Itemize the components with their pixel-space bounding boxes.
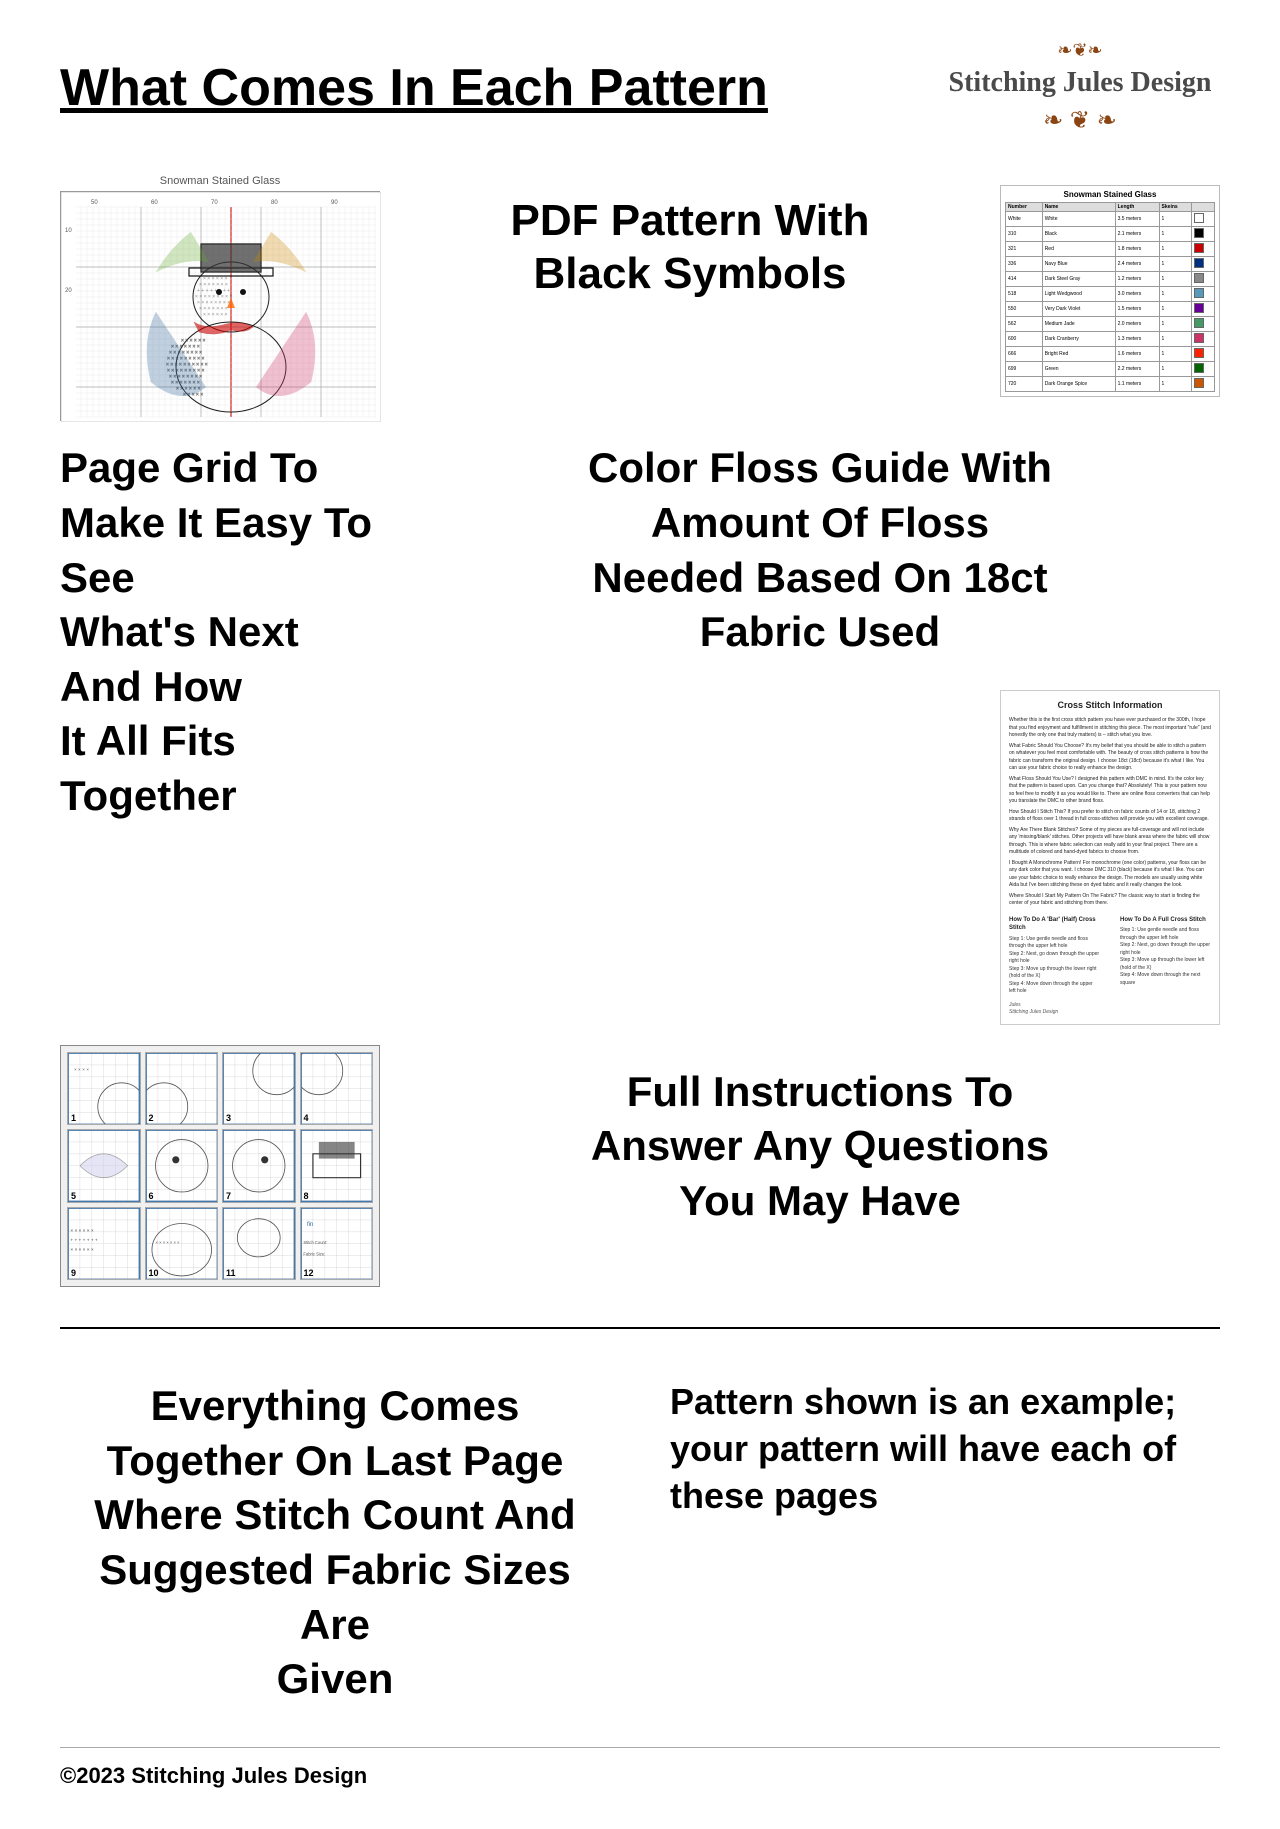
svg-text:10: 10 <box>65 228 72 234</box>
example-note: Pattern shown is an example; your patter… <box>670 1379 1220 1519</box>
section-instructions: × × × × 1 <box>60 1045 1220 1288</box>
pdf-text-area: PDF Pattern With Black Symbols <box>420 175 960 301</box>
cross-stitch-info-preview: Cross Stitch Information Whether this is… <box>1000 690 1220 1025</box>
grid-page-item: 11 <box>222 1207 296 1281</box>
floss-table: Number Name Length Skeins White White 3.… <box>1005 202 1215 392</box>
svg-text:fin: fin <box>306 1222 312 1228</box>
svg-text:Stitch Count:: Stitch Count: <box>303 1239 327 1244</box>
page-grid-text: Page Grid To Make It Easy To See What's … <box>60 441 380 823</box>
snowman-preview: 50 60 70 80 90 10 20 <box>60 191 380 421</box>
page-title: What Comes In Each Pattern <box>60 40 768 117</box>
svg-text:80: 80 <box>271 200 278 206</box>
section-middle: Page Grid To Make It Easy To See What's … <box>60 441 1220 1024</box>
logo-area: ❧❦❧ Stitching Jules Design ❧ ❦ ❧ <box>940 40 1220 135</box>
grid-page-item: 8 <box>300 1129 374 1203</box>
everything-text: Everything Comes Together On Last Page W… <box>60 1379 610 1707</box>
grid-page-item: × × × × × ×+ + + + + + +× × × × × × 9 <box>67 1207 141 1281</box>
color-floss-title: Color Floss Guide With Amount Of Floss N… <box>420 441 1220 659</box>
svg-text:60: 60 <box>151 200 158 206</box>
svg-text:50: 50 <box>91 200 98 206</box>
grid-page-item: 6 <box>145 1129 219 1203</box>
page-grid-title: Page Grid To Make It Easy To See What's … <box>60 441 380 823</box>
instructions-title: Full Instructions To Answer Any Question… <box>420 1065 1220 1229</box>
everything-title: Everything Comes Together On Last Page W… <box>60 1379 610 1707</box>
svg-text:× × × × × ×: × × × × × × <box>70 1227 93 1233</box>
pattern-title-label: Snowman Stained Glass <box>60 175 380 187</box>
svg-text:× × × × × ×: × × × × × × <box>203 312 228 318</box>
svg-text:Fabric Size:: Fabric Size: <box>303 1251 325 1256</box>
svg-text:20: 20 <box>65 288 72 294</box>
example-note-text: Pattern shown is an example; your patter… <box>670 1379 1220 1519</box>
footer-copyright: ©2023 Stitching Jules Design <box>60 1763 1220 1789</box>
grid-page-item: 7 <box>222 1129 296 1203</box>
color-floss-area: Color Floss Guide With Amount Of Floss N… <box>420 441 1220 1024</box>
pattern-preview: Snowman Stained Glass 50 60 70 80 90 10 … <box>60 175 380 421</box>
pdf-pattern-title: PDF Pattern With Black Symbols <box>420 195 960 301</box>
svg-text:× × × × × ×: × × × × × × <box>70 1247 93 1253</box>
svg-text:+ + + + + + +: + + + + + + + <box>70 1238 98 1243</box>
floss-table-title: Snowman Stained Glass <box>1005 190 1215 199</box>
section-pdf: Snowman Stained Glass 50 60 70 80 90 10 … <box>60 175 1220 421</box>
svg-text:× × × × × × ×: × × × × × × × <box>155 1239 179 1244</box>
grid-page-item: 5 <box>67 1129 141 1203</box>
svg-text:70: 70 <box>211 200 218 206</box>
header: What Comes In Each Pattern ❧❦❧ Stitching… <box>60 40 1220 135</box>
section-bottom: Everything Comes Together On Last Page W… <box>60 1359 1220 1707</box>
svg-text:× × × ×: × × × × <box>74 1067 89 1073</box>
instructions-text-area: Full Instructions To Answer Any Question… <box>420 1045 1220 1229</box>
floss-guide-preview: Snowman Stained Glass Number Name Length… <box>1000 185 1220 397</box>
section-divider <box>60 1327 1220 1329</box>
grid-page-item: 3 <box>222 1052 296 1126</box>
grid-page-item: × × × × 1 <box>67 1052 141 1126</box>
grid-page-item: 4 <box>300 1052 374 1126</box>
grid-page-item: 2 <box>145 1052 219 1126</box>
svg-text:90: 90 <box>331 200 338 206</box>
logo-decoration-top: ❧❦❧ <box>1057 40 1102 61</box>
floss-table-preview: Snowman Stained Glass Number Name Length… <box>1000 185 1220 397</box>
grid-pages-grid: × × × × 1 <box>60 1045 380 1288</box>
page-container: What Comes In Each Pattern ❧❦❧ Stitching… <box>0 0 1280 1829</box>
logo-decoration-bottom: ❧ ❦ ❧ <box>1043 106 1117 135</box>
grid-pages-preview: × × × × 1 <box>60 1045 380 1288</box>
grid-page-item: finStitch Count:Fabric Size: 12 <box>300 1207 374 1281</box>
grid-page-item: × × × × × × × 10 <box>145 1207 219 1281</box>
logo-text: Stitching Jules Design <box>949 65 1212 101</box>
footer: ©2023 Stitching Jules Design <box>60 1747 1220 1789</box>
